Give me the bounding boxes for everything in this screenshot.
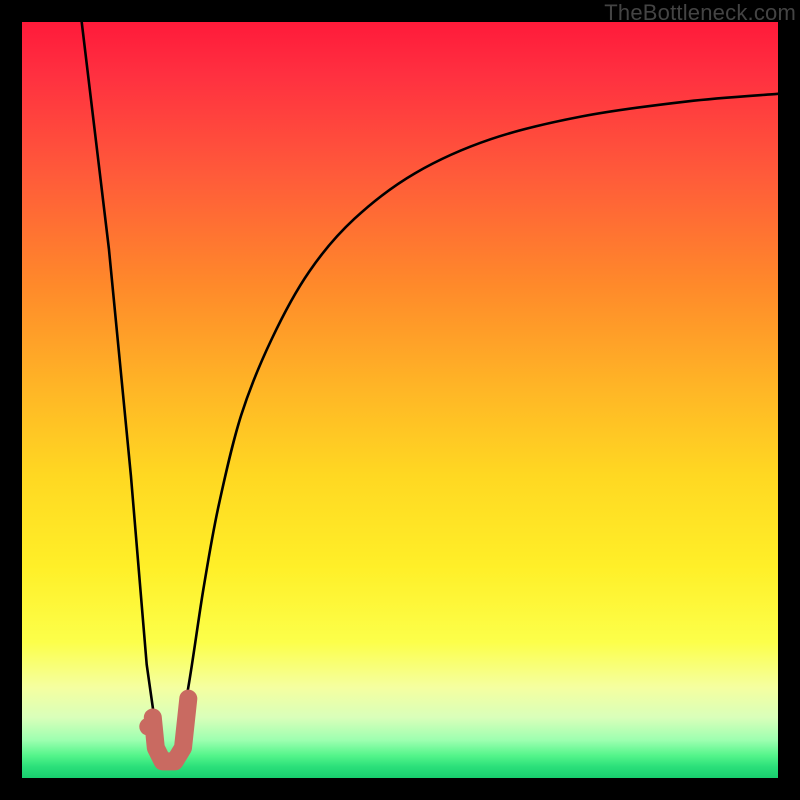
watermark-text: TheBottleneck.com [604, 0, 796, 26]
j-marker-dot-icon [139, 718, 157, 736]
plot-area [22, 22, 778, 778]
chart-svg [22, 22, 778, 778]
curve-right-branch [175, 94, 778, 756]
curve-left-branch [82, 22, 160, 755]
j-marker-icon [153, 699, 189, 762]
